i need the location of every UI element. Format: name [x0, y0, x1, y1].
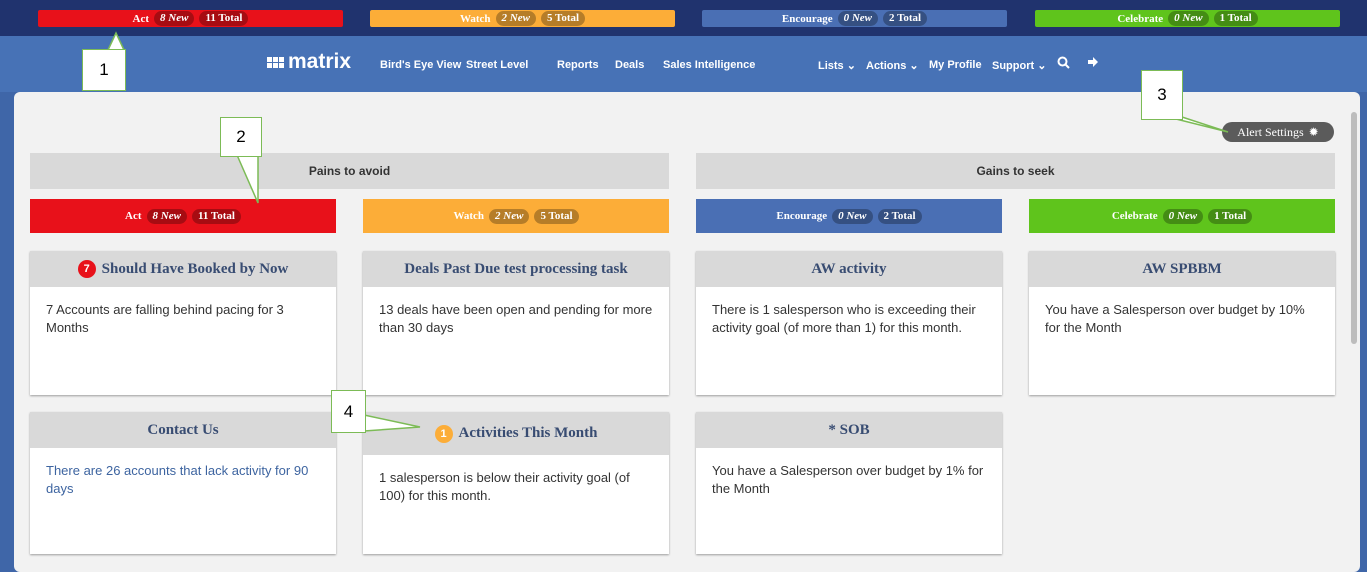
callout-4-pointer: [363, 414, 421, 432]
callout-1: 1: [82, 49, 126, 91]
callout-3: 3: [1141, 70, 1183, 120]
callout-4: 4: [331, 390, 366, 433]
callout-2: 2: [220, 117, 262, 157]
callout-1-pointer: [107, 31, 125, 51]
callout-2-pointer: [236, 154, 259, 204]
